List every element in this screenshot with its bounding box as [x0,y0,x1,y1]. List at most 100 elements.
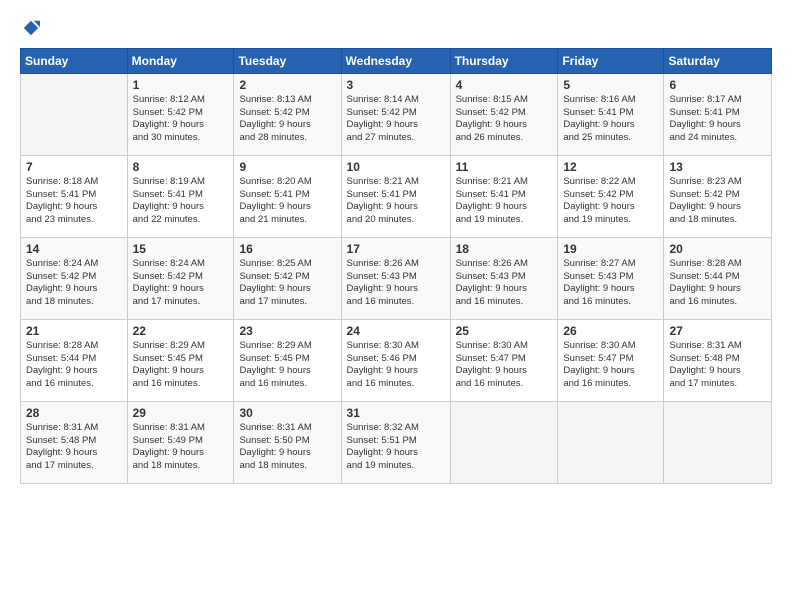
day-info: Sunrise: 8:27 AMSunset: 5:43 PMDaylight:… [563,258,658,309]
calendar-row: 21 Sunrise: 8:28 AMSunset: 5:44 PMDayligh… [21,319,772,401]
day-number: 16 [239,242,335,256]
logo [20,18,40,38]
day-info: Sunrise: 8:31 AMSunset: 5:50 PMDaylight:… [239,422,335,473]
day-info: Sunrise: 8:26 AMSunset: 5:43 PMDaylight:… [456,258,553,309]
calendar-cell: 2 Sunrise: 8:13 AMSunset: 5:42 PMDaylight… [234,73,341,155]
calendar-cell: 17 Sunrise: 8:26 AMSunset: 5:43 PMDayligh… [341,237,450,319]
day-info: Sunrise: 8:25 AMSunset: 5:42 PMDaylight:… [239,258,335,309]
day-info: Sunrise: 8:23 AMSunset: 5:42 PMDaylight:… [669,176,766,227]
calendar-cell: 10 Sunrise: 8:21 AMSunset: 5:41 PMDayligh… [341,155,450,237]
day-info: Sunrise: 8:18 AMSunset: 5:41 PMDaylight:… [26,176,122,227]
day-number: 28 [26,406,122,420]
calendar-cell: 4 Sunrise: 8:15 AMSunset: 5:42 PMDaylight… [450,73,558,155]
day-number: 23 [239,324,335,338]
calendar-cell: 21 Sunrise: 8:28 AMSunset: 5:44 PMDayligh… [21,319,128,401]
logo-icon [22,19,40,37]
calendar-cell: 3 Sunrise: 8:14 AMSunset: 5:42 PMDaylight… [341,73,450,155]
day-info: Sunrise: 8:24 AMSunset: 5:42 PMDaylight:… [26,258,122,309]
calendar-cell [558,401,664,483]
day-number: 7 [26,160,122,174]
day-info: Sunrise: 8:31 AMSunset: 5:48 PMDaylight:… [669,340,766,391]
calendar-cell: 6 Sunrise: 8:17 AMSunset: 5:41 PMDaylight… [664,73,772,155]
calendar-row: 7 Sunrise: 8:18 AMSunset: 5:41 PMDaylight… [21,155,772,237]
header [20,18,772,38]
day-number: 3 [347,78,445,92]
day-info: Sunrise: 8:26 AMSunset: 5:43 PMDaylight:… [347,258,445,309]
day-number: 6 [669,78,766,92]
day-info: Sunrise: 8:28 AMSunset: 5:44 PMDaylight:… [669,258,766,309]
day-info: Sunrise: 8:28 AMSunset: 5:44 PMDaylight:… [26,340,122,391]
calendar-cell: 18Sunrise: 8:26 AMSunset: 5:43 PMDayligh… [450,237,558,319]
calendar-cell: 19Sunrise: 8:27 AMSunset: 5:43 PMDayligh… [558,237,664,319]
calendar-cell: 28 Sunrise: 8:31 AMSunset: 5:48 PMDayligh… [21,401,128,483]
day-number: 21 [26,324,122,338]
calendar-cell: 11 Sunrise: 8:21 AMSunset: 5:41 PMDayligh… [450,155,558,237]
calendar-cell: 22 Sunrise: 8:29 AMSunset: 5:45 PMDayligh… [127,319,234,401]
calendar-cell: 29Sunrise: 8:31 AMSunset: 5:49 PMDayligh… [127,401,234,483]
calendar-cell: 13 Sunrise: 8:23 AMSunset: 5:42 PMDayligh… [664,155,772,237]
day-info: Sunrise: 8:14 AMSunset: 5:42 PMDaylight:… [347,94,445,145]
weekday-header: Wednesday [341,48,450,73]
day-info: Sunrise: 8:30 AMSunset: 5:46 PMDaylight:… [347,340,445,391]
day-number: 14 [26,242,122,256]
calendar-row: 14 Sunrise: 8:24 AMSunset: 5:42 PMDayligh… [21,237,772,319]
day-number: 15 [133,242,229,256]
calendar-cell: 20Sunrise: 8:28 AMSunset: 5:44 PMDayligh… [664,237,772,319]
day-info: Sunrise: 8:30 AMSunset: 5:47 PMDaylight:… [563,340,658,391]
day-number: 4 [456,78,553,92]
day-number: 10 [347,160,445,174]
weekday-header: Thursday [450,48,558,73]
day-number: 22 [133,324,229,338]
calendar: SundayMondayTuesdayWednesdayThursdayFrid… [20,48,772,484]
day-info: Sunrise: 8:31 AMSunset: 5:48 PMDaylight:… [26,422,122,473]
day-info: Sunrise: 8:12 AMSunset: 5:42 PMDaylight:… [133,94,229,145]
day-info: Sunrise: 8:29 AMSunset: 5:45 PMDaylight:… [239,340,335,391]
calendar-cell: 9 Sunrise: 8:20 AMSunset: 5:41 PMDaylight… [234,155,341,237]
day-number: 26 [563,324,658,338]
day-number: 24 [347,324,445,338]
day-number: 2 [239,78,335,92]
day-number: 13 [669,160,766,174]
day-number: 1 [133,78,229,92]
calendar-cell: 5Sunrise: 8:16 AMSunset: 5:41 PMDaylight… [558,73,664,155]
calendar-cell: 27 Sunrise: 8:31 AMSunset: 5:48 PMDayligh… [664,319,772,401]
weekday-header: Saturday [664,48,772,73]
calendar-cell: 1 Sunrise: 8:12 AMSunset: 5:42 PMDaylight… [127,73,234,155]
calendar-cell: 26 Sunrise: 8:30 AMSunset: 5:47 PMDayligh… [558,319,664,401]
calendar-cell [21,73,128,155]
day-info: Sunrise: 8:16 AMSunset: 5:41 PMDaylight:… [563,94,658,145]
day-number: 29 [133,406,229,420]
day-info: Sunrise: 8:32 AMSunset: 5:51 PMDaylight:… [347,422,445,473]
day-info: Sunrise: 8:19 AMSunset: 5:41 PMDaylight:… [133,176,229,227]
day-number: 11 [456,160,553,174]
day-number: 12 [563,160,658,174]
calendar-cell: 25Sunrise: 8:30 AMSunset: 5:47 PMDayligh… [450,319,558,401]
weekday-header-row: SundayMondayTuesdayWednesdayThursdayFrid… [21,48,772,73]
day-info: Sunrise: 8:22 AMSunset: 5:42 PMDaylight:… [563,176,658,227]
day-number: 27 [669,324,766,338]
day-number: 8 [133,160,229,174]
day-info: Sunrise: 8:15 AMSunset: 5:42 PMDaylight:… [456,94,553,145]
calendar-cell: 15 Sunrise: 8:24 AMSunset: 5:42 PMDayligh… [127,237,234,319]
day-number: 9 [239,160,335,174]
calendar-cell: 8 Sunrise: 8:19 AMSunset: 5:41 PMDaylight… [127,155,234,237]
day-number: 17 [347,242,445,256]
day-info: Sunrise: 8:21 AMSunset: 5:41 PMDaylight:… [347,176,445,227]
calendar-cell: 24 Sunrise: 8:30 AMSunset: 5:46 PMDayligh… [341,319,450,401]
calendar-cell: 30Sunrise: 8:31 AMSunset: 5:50 PMDayligh… [234,401,341,483]
calendar-row: 28 Sunrise: 8:31 AMSunset: 5:48 PMDayligh… [21,401,772,483]
day-info: Sunrise: 8:24 AMSunset: 5:42 PMDaylight:… [133,258,229,309]
day-info: Sunrise: 8:20 AMSunset: 5:41 PMDaylight:… [239,176,335,227]
weekday-header: Tuesday [234,48,341,73]
day-number: 31 [347,406,445,420]
weekday-header: Friday [558,48,664,73]
day-info: Sunrise: 8:21 AMSunset: 5:41 PMDaylight:… [456,176,553,227]
calendar-cell: 14 Sunrise: 8:24 AMSunset: 5:42 PMDayligh… [21,237,128,319]
day-info: Sunrise: 8:17 AMSunset: 5:41 PMDaylight:… [669,94,766,145]
calendar-cell: 7 Sunrise: 8:18 AMSunset: 5:41 PMDaylight… [21,155,128,237]
day-number: 25 [456,324,553,338]
calendar-row: 1 Sunrise: 8:12 AMSunset: 5:42 PMDaylight… [21,73,772,155]
day-info: Sunrise: 8:13 AMSunset: 5:42 PMDaylight:… [239,94,335,145]
day-info: Sunrise: 8:29 AMSunset: 5:45 PMDaylight:… [133,340,229,391]
weekday-header: Sunday [21,48,128,73]
